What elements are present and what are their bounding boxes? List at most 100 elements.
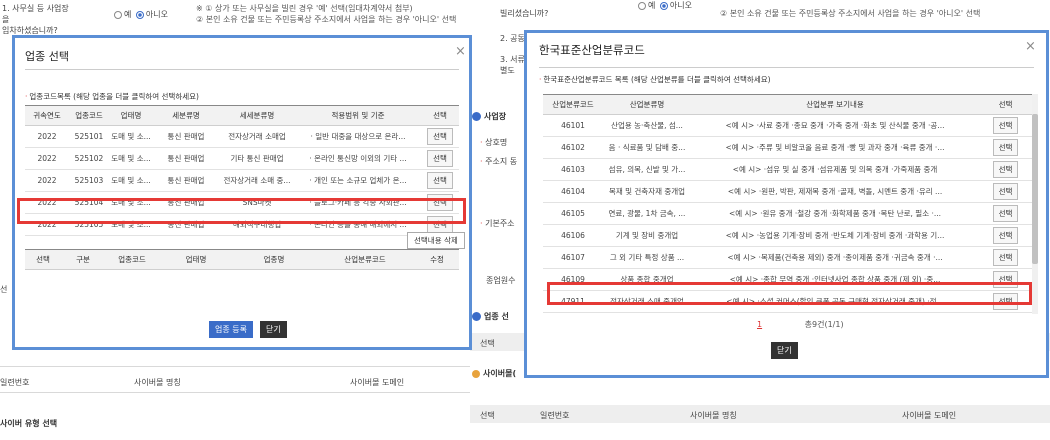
col-select: 선택 [421,105,459,126]
bg-col-mall-name: 사이버몰 명칭 [134,378,181,387]
select-button[interactable]: 선택 [992,227,1019,244]
bg-trade-name: · 상호명 [480,138,508,147]
select-button[interactable]: 선택 [992,205,1019,222]
select-button[interactable]: 선택 [992,139,1019,156]
select-button[interactable]: 선택 [992,271,1019,288]
select-button[interactable]: 선택 [992,117,1019,134]
table-header-row: 선택 구분 업종코드 업태명 업종명 산업분류코드 수정 [25,249,459,270]
bg-cyber-type-section: 사이버 유형 선택 [0,419,58,428]
ksic-list-title: · 한국표준산업분류코드 목록 (해당 산업분류를 더블 클릭하여 선택하세요) [539,75,771,84]
table-row[interactable]: 2022 525101 도매 및 소... 통신 판매업 전자상거래 소매업 ·… [25,125,459,148]
total-count: 총9건(1/1) [804,320,844,329]
bg-address: · 주소지 동 [480,157,518,166]
col-ksic-desc: 산업분류 보기내용 [691,94,979,115]
table-row[interactable]: 2022 525105 도매 및 소... 통신 판매업 해외직구대행업 · 온… [25,213,459,236]
col-sub: 세분류명 [153,105,219,126]
table-row[interactable]: 2022 525102 도매 및 소... 통신 판매업 기타 통신 판매업 ·… [25,147,459,170]
bg-base-address: · 기본주소 [480,219,515,228]
bg-divider-2 [0,392,470,393]
bg-cyber-mall: 사이버몰( [472,368,516,379]
col-code: 업종코드 [69,105,109,126]
col-subsub: 세세분류명 [219,105,295,126]
bg-divider [0,366,470,367]
table-row[interactable]: 46109 상품 종합 중개업 <예 시> ·종합 무역 중개 ·인터넷사업 종… [543,268,1032,291]
bg-bottom-col-select: 선택 [480,411,495,420]
col-ksic-name: 산업분류명 [603,94,691,115]
table-scrollbar[interactable] [1032,94,1038,314]
page-number[interactable]: 1 [757,320,762,329]
modal-title: 업종 선택 [25,50,69,63]
industry-select-modal: 업종 선택 × · 업종코드목록 (해당 업종을 더블 클릭하여 선택하세요) 귀… [12,35,472,350]
table-row[interactable]: 46106 기계 및 장비 중개업 <예 시> ·농업용 기계·장비 중개 ·반… [543,224,1032,247]
table-header-row: 귀속연도 업종코드 업태명 세분류명 세세분류명 적용범위 및 기준 선택 [25,105,459,126]
table-row[interactable]: 46102 음 · 식료품 및 담배 중... <예 시> ·주류 및 비알코올… [543,136,1032,159]
bg-right-col-select: 선택 [480,339,495,348]
close-button[interactable]: 닫기 [260,321,287,338]
title-divider [25,69,459,70]
table-row[interactable]: 46103 섬유, 의복, 신발 및 가... <예 시> ·섬유 및 실 중개… [543,158,1032,181]
radio-yes-icon[interactable] [114,10,122,19]
bg-right-radio-group[interactable]: 예 아니오 [636,0,692,11]
bg-bottom-col-name: 사이버몰 명칭 [690,411,737,420]
col-select: 선택 [979,94,1032,115]
bg-right-note: ② 본인 소유 건물 또는 주민등록상 주소지에서 사업을 하는 경우 '아니오… [720,9,981,18]
select-button[interactable]: 선택 [427,150,453,167]
select-button[interactable]: 선택 [427,172,453,189]
select-button[interactable]: 선택 [992,161,1019,178]
table-row[interactable]: 46105 연료, 광물, 1차 금속, ... <예 시> ·원유 중개 ·철… [543,202,1032,225]
cyber-dot-icon [472,369,480,378]
bg-bottom-col-domain: 사이버몰 도메인 [902,411,957,420]
table-row[interactable]: 2022 525104 도매 및 소... 통신 판매업 SNS마켓 · 블로그… [25,191,459,214]
radio-no-icon[interactable] [659,1,668,10]
col-select: 선택 [25,249,61,270]
table-header-row: 산업분류코드 산업분류명 산업분류 보기내용 선택 [543,94,1032,115]
col-biz: 업태명 [159,249,233,270]
info-dot-icon [472,312,481,321]
table-row[interactable]: 46107 그 외 기타 특정 상품 ... <예 시> ·목제품(건축용 제외… [543,246,1032,269]
bg-employee: 종업원수 [486,276,516,285]
scrollbar-thumb[interactable] [1032,114,1038,264]
select-button[interactable]: 선택 [427,194,453,211]
bg-col-mall-domain: 사이버몰 도메인 [350,378,405,387]
table-row[interactable]: 47911 전자상거래 소매 중개업 <예 시> ·소셜 커머스(할인 쿠폰 공… [543,290,1032,313]
bg-industry-select: 업종 선 [472,311,509,322]
close-icon[interactable]: × [455,44,466,59]
col-year: 귀속연도 [25,105,69,126]
select-button[interactable]: 선택 [992,249,1019,266]
col-edit: 수정 [415,249,459,270]
ksic-code-modal: 한국표준산업분류코드 × · 한국표준산업분류코드 목록 (해당 산업분류를 더블… [524,30,1049,378]
select-button[interactable]: 선택 [427,128,453,145]
register-industry-button[interactable]: 업종 등록 [209,321,253,338]
close-icon[interactable]: × [1025,39,1036,54]
bg-note: ※ ① 상가 또는 사무실을 빌린 경우 '예' 선택(임대차계약서 첨부) ②… [196,4,457,24]
close-button[interactable]: 닫기 [771,342,798,359]
radio-no-icon[interactable] [135,10,144,19]
bg-right-top-text: 빌리셨습니까? [500,9,549,18]
col-scope: 적용범위 및 기준 [295,105,421,126]
bg-bottom-col-serial: 일련번호 [540,411,570,420]
bg-question-1: 1. 사무실 등 사업장을 임차하셨습니까? [2,4,69,35]
col-biz: 업태명 [109,105,153,126]
select-button[interactable]: 선택 [427,216,453,233]
industry-code-table: 귀속연도 업종코드 업태명 세분류명 세세분류명 적용범위 및 기준 선택 20… [25,105,459,236]
select-button[interactable]: 선택 [992,183,1019,200]
radio-yes-icon[interactable] [638,1,646,10]
bg-col-serial: 일련번호 [0,378,30,387]
delete-selection-button[interactable]: 선택내용 삭제 [407,232,465,249]
title-divider [539,67,1034,68]
bg-business-info: 사업장 [472,111,506,122]
bg-side-label: 선 [0,285,8,294]
col-industry: 업종명 [233,249,315,270]
industry-list-title: · 업종코드목록 (해당 업종을 더블 클릭하여 선택하세요) [25,92,199,101]
pagination: 1 총9건(1/1) [757,319,844,330]
bg-radio-group[interactable]: 예 아니오 [112,9,168,20]
table-row[interactable]: 46101 산업용 농·축산물, 섬... <예 시> ·사료 중개 ·종묘 중… [543,114,1032,137]
col-ksic-code: 산업분류코드 [543,94,603,115]
select-button[interactable]: 선택 [992,293,1019,310]
selected-industry-table: 선택 구분 업종코드 업태명 업종명 산업분류코드 수정 [25,249,459,270]
table-row[interactable]: 46104 목재 및 건축자재 중개업 <예 시> ·원판, 박판, 제재목 중… [543,180,1032,203]
info-dot-icon [472,112,481,121]
col-ksic: 산업분류코드 [315,249,415,270]
ksic-code-table: 산업분류코드 산업분류명 산업분류 보기내용 선택 46101 산업용 농·축산… [543,94,1032,313]
table-row[interactable]: 2022 525103 도매 및 소... 통신 판매업 전자상거래 소매 중.… [25,169,459,192]
